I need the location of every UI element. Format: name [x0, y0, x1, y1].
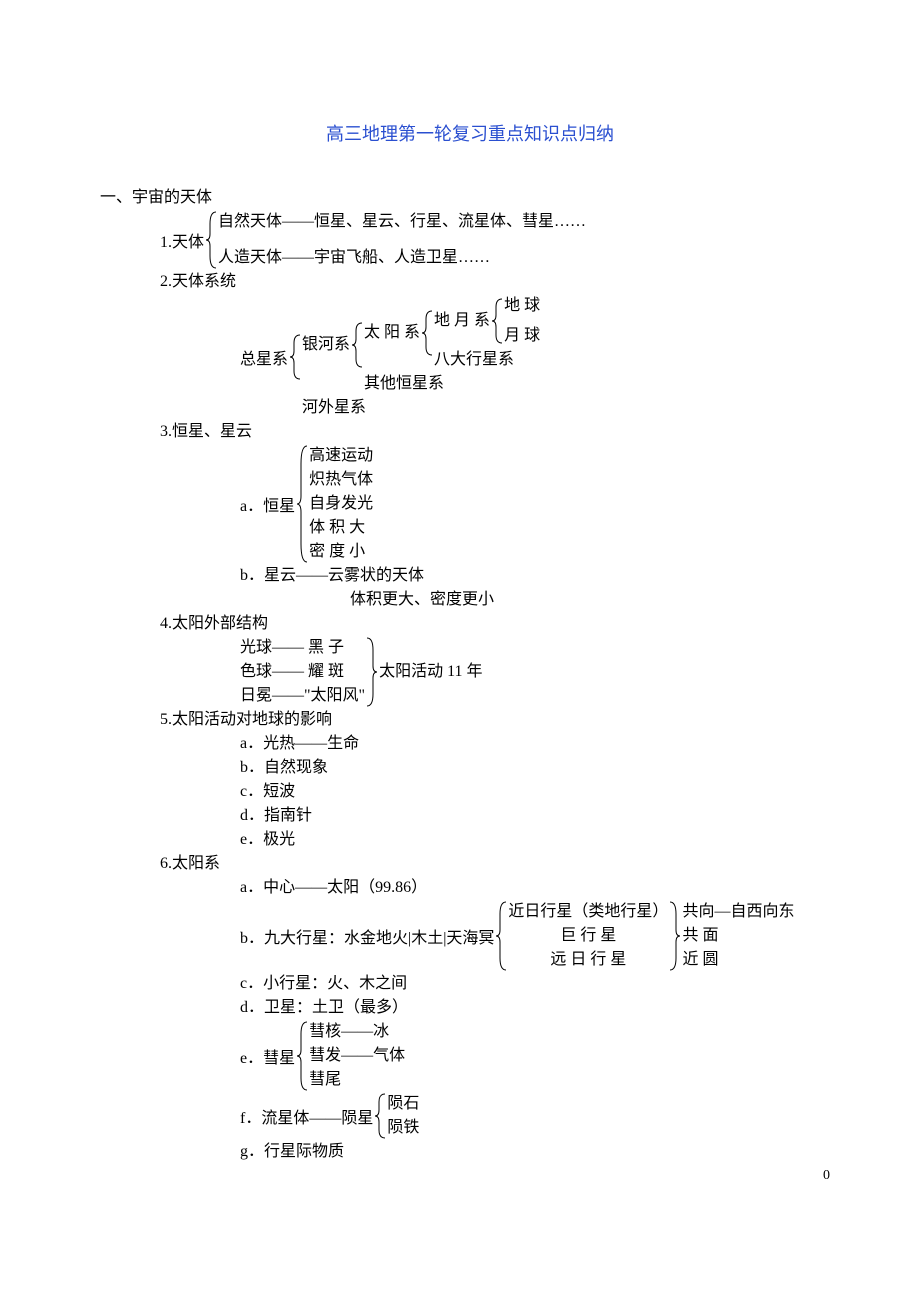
tree-leaf: 地 球	[504, 294, 540, 318]
list-item: 自身发光	[309, 492, 373, 516]
item-3b-note: 体积更大、密度更小	[350, 588, 840, 612]
list-item: c．短波	[240, 780, 840, 804]
list-item: 光球—— 黑 子	[240, 636, 365, 660]
celestial-system-tree: 总星系 银河系 太 阳 系 地 月 系 地 球	[240, 294, 840, 420]
item-1-label: 1.天体	[160, 228, 204, 252]
item-4-heading: 4.太阳外部结构	[160, 612, 840, 636]
list-item: 远 日 行 星	[508, 948, 668, 972]
list-item: 近日行星（类地行星）	[508, 900, 668, 924]
tree-node: 银河系	[302, 333, 350, 357]
list-item: 共向—自西向东	[682, 900, 794, 924]
list-item: 人造天体——宇宙飞船、人造卫星……	[218, 246, 586, 270]
item-6b-label: b．九大行星：水金地火|木土|天海冥	[240, 924, 494, 948]
left-brace-icon	[494, 900, 508, 972]
item-3-heading: 3.恒星、星云	[160, 420, 840, 444]
list-item: 共 面	[682, 924, 794, 948]
list-item: 高速运动	[309, 444, 373, 468]
list-item: 体 积 大	[309, 516, 373, 540]
left-brace-icon	[295, 1020, 309, 1092]
list-item: 密 度 小	[309, 540, 373, 564]
left-brace-icon	[350, 321, 364, 369]
tree-node: 太 阳 系	[364, 321, 420, 345]
tree-node: 地 月 系	[434, 309, 490, 333]
item-6-heading: 6.太阳系	[160, 852, 840, 876]
item-6c: c．小行星：火、木之间	[240, 972, 840, 996]
list-item: 巨 行 星	[508, 924, 668, 948]
item-6g: g．行星际物质	[240, 1140, 840, 1164]
left-brace-icon	[295, 444, 309, 564]
right-brace-icon	[365, 636, 379, 708]
item-3b: b．星云——云雾状的天体	[240, 564, 840, 588]
item-6f: f．流星体——陨星 陨石 陨铁	[240, 1092, 840, 1140]
left-brace-icon	[288, 333, 302, 381]
left-brace-icon	[373, 1092, 387, 1140]
list-item: a．光热——生命	[240, 732, 840, 756]
list-item: 日冕——"太阳风"	[240, 684, 365, 708]
tree-leaf: 八大行星系	[434, 348, 540, 372]
item-6f-label: f．流星体——陨星	[240, 1104, 373, 1128]
list-item: d．指南针	[240, 804, 840, 828]
item-3a: a．恒星 高速运动 炽热气体 自身发光 体 积 大 密 度 小	[240, 444, 840, 564]
item-6e: e．彗星 彗核——冰 彗发——气体 彗尾	[240, 1020, 840, 1092]
tree-leaf: 其他恒星系	[364, 372, 540, 396]
list-item: e．极光	[240, 828, 840, 852]
list-item: 彗核——冰	[309, 1020, 405, 1044]
item-4-group: 光球—— 黑 子 色球—— 耀 斑 日冕——"太阳风" 太阳活动 11 年	[240, 636, 840, 708]
left-brace-icon	[420, 309, 434, 357]
item-6d: d．卫星：土卫（最多）	[240, 996, 840, 1020]
list-item: 陨石	[387, 1092, 419, 1116]
tree-leaf: 月 球	[504, 324, 540, 348]
item-6e-label: e．彗星	[240, 1044, 295, 1068]
list-item: 陨铁	[387, 1116, 419, 1140]
item-2-heading: 2.天体系统	[160, 270, 840, 294]
tree-root: 总星系	[240, 345, 288, 369]
item-5-heading: 5.太阳活动对地球的影响	[160, 708, 840, 732]
list-item: 自然天体——恒星、星云、行星、流星体、彗星……	[218, 210, 586, 234]
page-number: 0	[823, 1168, 830, 1184]
item-6b-row: b．九大行星：水金地火|木土|天海冥 近日行星（类地行星） 巨 行 星 远 日 …	[240, 900, 840, 972]
right-brace-icon	[668, 900, 682, 972]
list-item: 炽热气体	[309, 468, 373, 492]
section-heading: 一、宇宙的天体	[100, 186, 840, 210]
left-brace-icon	[490, 297, 504, 345]
tree-leaf: 河外星系	[302, 396, 540, 420]
list-item: 彗尾	[309, 1068, 405, 1092]
list-item: b．自然现象	[240, 756, 840, 780]
document-title: 高三地理第一轮复习重点知识点归纳	[100, 120, 840, 146]
list-item: 色球—— 耀 斑	[240, 660, 365, 684]
item-3a-label: a．恒星	[240, 492, 295, 516]
left-brace-icon	[204, 210, 218, 270]
item-4-right: 太阳活动 11 年	[379, 660, 482, 684]
list-item: 彗发——气体	[309, 1044, 405, 1068]
item-1: 1.天体 自然天体——恒星、星云、行星、流星体、彗星…… 人造天体——宇宙飞船、…	[160, 210, 840, 270]
list-item: 近 圆	[682, 948, 794, 972]
